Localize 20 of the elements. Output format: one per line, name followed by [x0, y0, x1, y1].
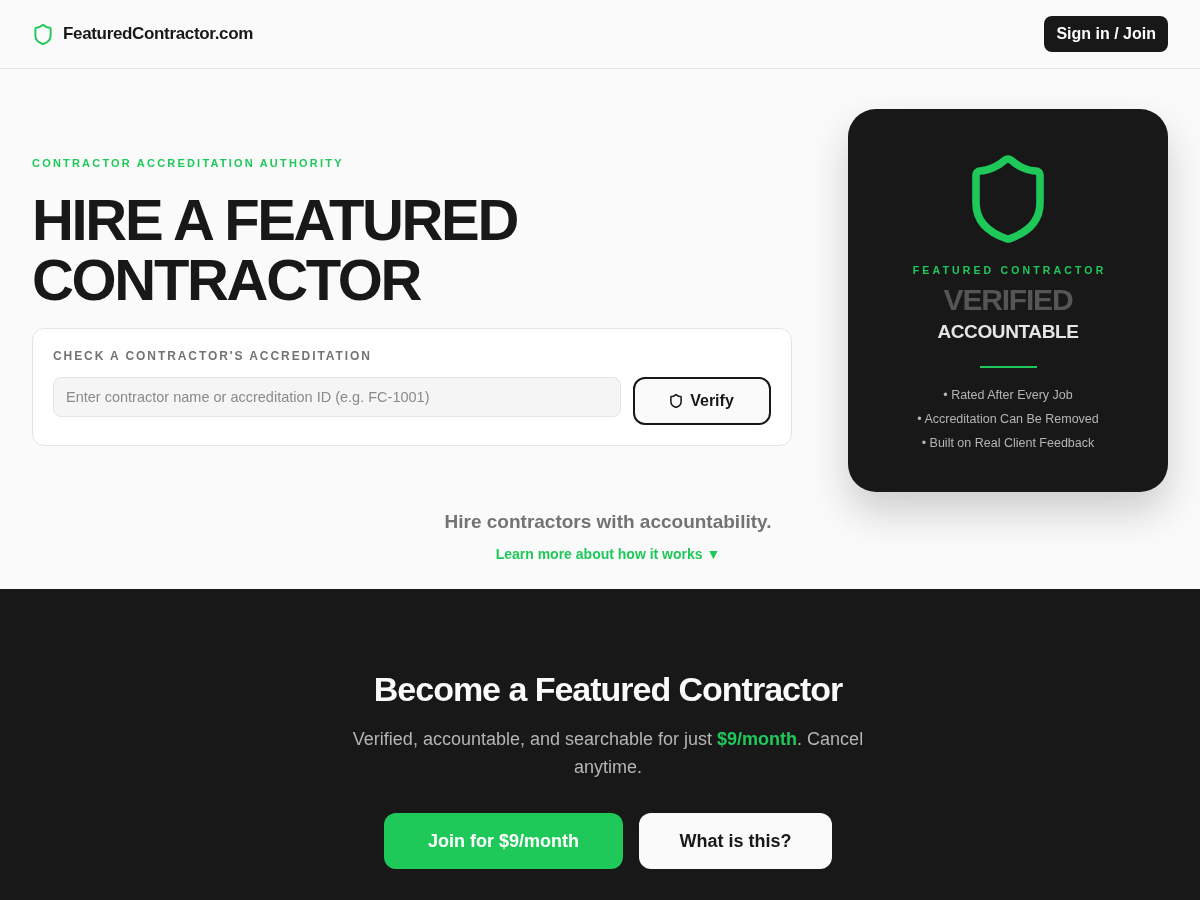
what-is-this-button[interactable]: What is this? — [639, 813, 832, 869]
shield-icon — [972, 155, 1044, 243]
badge-point-text: • Built on Real Client Feedback — [921, 435, 1095, 452]
badge-headline: VERIFIED — [943, 284, 1073, 316]
badge-subline: ACCOUNTABLE — [937, 320, 1079, 344]
badge-point-text: • Rated After Every Job — [943, 387, 1073, 404]
cta-heading: Become a Featured Contractor — [373, 669, 843, 710]
cta-description: Verified, accountable, and searchable for just $9/month. Cancel anytime. — [351, 728, 865, 779]
badge-point-text: • Accreditation Can Be Removed — [917, 411, 1099, 428]
tagline-text: Hire contractors with accountability. — [444, 510, 772, 534]
eyebrow-text: CONTRACTOR ACCREDITATION AUTHORITY — [32, 156, 345, 171]
hero-heading: HIRE A FEATURED CONTRACTOR — [32, 190, 519, 310]
contractor-search-field[interactable]: Enter contractor name or accreditation ID (e.g. FC-1001) — [53, 377, 621, 417]
site-logo-text[interactable]: FeaturedContractor.com — [63, 21, 253, 47]
shield-logo-icon — [34, 23, 52, 45]
badge-label: FEATURED CONTRACTOR — [911, 263, 1107, 277]
verify-button[interactable]: Verify — [633, 377, 771, 425]
shield-icon — [670, 394, 683, 408]
sign-in-button[interactable]: Sign in / Join — [1044, 16, 1168, 52]
accreditation-check-label: CHECK A CONTRACTOR'S ACCREDITATION — [53, 348, 373, 364]
